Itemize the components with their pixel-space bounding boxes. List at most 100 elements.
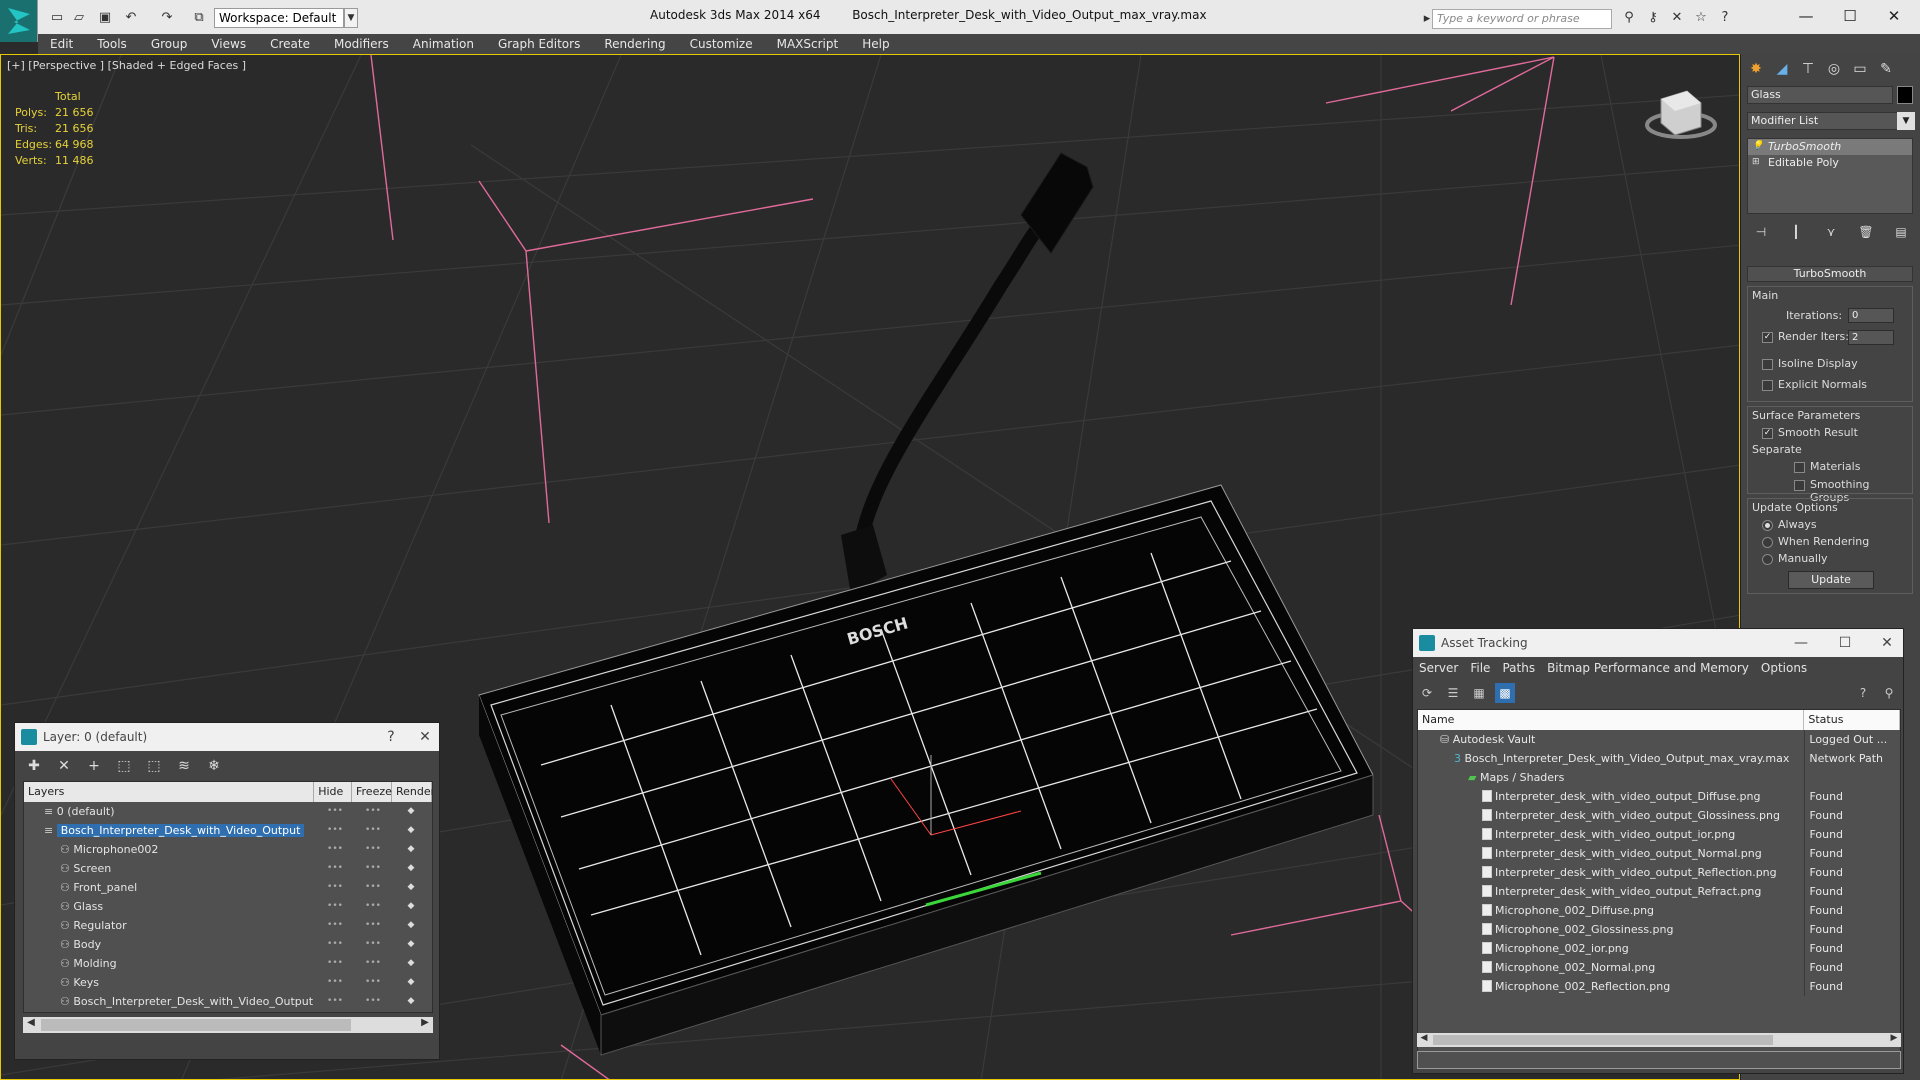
asset-name-cell[interactable]: Microphone_002_Reflection.png [1418, 977, 1804, 996]
freeze-toggle[interactable]: ••• [354, 916, 392, 935]
layer-name-cell[interactable]: ⚇ Regulator [24, 916, 316, 935]
app-logo-icon[interactable] [0, 0, 38, 42]
utilities-tab-icon[interactable]: ✎ [1875, 58, 1897, 80]
freeze-toggle[interactable]: ••• [354, 954, 392, 973]
freeze-toggle[interactable]: ••• [354, 992, 392, 1011]
hierarchy-tab-icon[interactable]: ⊤ [1797, 58, 1819, 80]
workspace-dropdown-icon[interactable]: ▼ [344, 8, 358, 28]
hide-toggle[interactable]: ••• [316, 821, 354, 840]
asset-menu-file[interactable]: File [1464, 657, 1496, 679]
scroll-left-icon[interactable]: ◀ [23, 1017, 39, 1033]
asset-row[interactable]: Interpreter_desk_with_video_output_ior.p… [1418, 825, 1900, 844]
lightbulb-icon[interactable]: 💡 [1752, 141, 1763, 152]
explicit-normals-checkbox[interactable] [1762, 380, 1773, 391]
layer-name-cell[interactable]: ⚇ Glass [24, 897, 316, 916]
configure-sets-icon[interactable]: ▤ [1891, 222, 1911, 242]
asset-name-cell[interactable]: Microphone_002_Glossiness.png [1418, 920, 1804, 939]
hide-toggle[interactable]: ••• [316, 935, 354, 954]
freeze-toggle[interactable]: ••• [354, 840, 392, 859]
stack-item-turbosmooth[interactable]: 💡 TurboSmooth [1748, 139, 1912, 155]
display-tab-icon[interactable]: ▭ [1849, 58, 1871, 80]
refresh-icon[interactable]: ⟳ [1417, 683, 1437, 703]
close-icon[interactable]: ✕ [1874, 4, 1914, 28]
render-toggle[interactable]: ◆ [392, 840, 430, 859]
layer-row[interactable]: ⚇ Molding ••• ••• ◆ [24, 954, 432, 973]
hide-toggle[interactable]: ••• [316, 916, 354, 935]
render-iters-checkbox[interactable]: ✓ [1762, 332, 1773, 343]
layer-row[interactable]: ⚇ Regulator ••• ••• ◆ [24, 916, 432, 935]
new-file-icon[interactable]: ▭ [48, 8, 66, 26]
asset-row[interactable]: ⛁ Autodesk Vault Logged Out ... [1418, 730, 1900, 749]
layer-name-cell[interactable]: ⚇ Bosch_Interpreter_Desk_with_Video_Outp… [24, 992, 316, 1011]
layer-row[interactable]: ≡ 0 (default) ••• ••• ◆ [24, 802, 432, 821]
asset-menu-paths[interactable]: Paths [1496, 657, 1541, 679]
materials-checkbox[interactable] [1794, 462, 1805, 473]
close-icon[interactable]: ✕ [411, 723, 439, 751]
asset-row[interactable]: Interpreter_desk_with_video_output_Norma… [1418, 844, 1900, 863]
column-header-hide[interactable]: Hide [314, 782, 352, 802]
column-header-status[interactable]: Status [1804, 710, 1900, 730]
layer-name-cell[interactable]: ⚇ Front_panel [24, 878, 316, 897]
object-color-swatch[interactable] [1897, 86, 1913, 104]
make-unique-icon[interactable]: ⋎ [1821, 222, 1841, 242]
maximize-icon[interactable]: ☐ [1831, 629, 1859, 657]
asset-row[interactable]: Interpreter_desk_with_video_output_Gloss… [1418, 806, 1900, 825]
menu-animation[interactable]: Animation [401, 34, 486, 54]
favorites-star-icon[interactable]: ☆ [1692, 9, 1710, 27]
render-toggle[interactable]: ◆ [392, 897, 430, 916]
help-icon[interactable]: ? [1853, 683, 1873, 703]
asset-name-cell[interactable]: 3 Bosch_Interpreter_Desk_with_Video_Outp… [1418, 749, 1804, 768]
column-header-layers[interactable]: Layers [24, 782, 315, 802]
layer-name-cell[interactable]: ⚇ Body [24, 935, 316, 954]
search-input[interactable]: Type a keyword or phrase [1432, 9, 1612, 29]
asset-row[interactable]: Microphone_002_Diffuse.png Found [1418, 901, 1900, 920]
menu-modifiers[interactable]: Modifiers [322, 34, 401, 54]
menu-graph-editors[interactable]: Graph Editors [486, 34, 592, 54]
smoothing-groups-checkbox[interactable] [1794, 480, 1805, 491]
asset-name-cell[interactable]: Interpreter_desk_with_video_output_ior.p… [1418, 825, 1804, 844]
highlight-selected-icon[interactable]: ⬚ [143, 755, 165, 777]
layer-name-cell[interactable]: ⚇ Screen [24, 859, 316, 878]
help-icon[interactable]: ? [377, 723, 405, 751]
render-toggle[interactable]: ◆ [392, 973, 430, 992]
asset-name-cell[interactable]: Interpreter_desk_with_video_output_Refle… [1418, 863, 1804, 882]
asset-row[interactable]: Microphone_002_Glossiness.png Found [1418, 920, 1900, 939]
pin-stack-icon[interactable]: ⊣ [1751, 222, 1771, 242]
table-view-icon[interactable]: ▩ [1495, 683, 1515, 703]
pin-icon[interactable]: ⚲ [1879, 683, 1899, 703]
asset-row[interactable]: Interpreter_desk_with_video_output_Diffu… [1418, 787, 1900, 806]
render-toggle[interactable]: ◆ [392, 802, 430, 821]
freeze-toggle[interactable]: ••• [354, 878, 392, 897]
workspace-select[interactable]: Workspace: Default [214, 8, 344, 28]
open-file-icon[interactable]: ▱ [70, 8, 88, 26]
freeze-toggle[interactable]: ••• [354, 802, 392, 821]
detail-view-icon[interactable]: ▦ [1469, 683, 1489, 703]
hide-toggle[interactable]: ••• [316, 992, 354, 1011]
hide-toggle[interactable]: ••• [316, 954, 354, 973]
layer-name-cell[interactable]: ≡ 0 (default) [24, 802, 316, 821]
freeze-toggle[interactable]: ••• [354, 897, 392, 916]
minimize-icon[interactable]: — [1786, 4, 1826, 28]
hide-toggle[interactable]: ••• [316, 878, 354, 897]
asset-row[interactable]: Microphone_002_ior.png Found [1418, 939, 1900, 958]
asset-name-cell[interactable]: Microphone_002_Normal.png [1418, 958, 1804, 977]
remove-modifier-icon[interactable]: 🗑 [1856, 222, 1876, 242]
scroll-thumb[interactable] [1433, 1035, 1773, 1045]
key-icon[interactable]: ⚷ [1644, 9, 1662, 27]
asset-row[interactable]: Microphone_002_Normal.png Found [1418, 958, 1900, 977]
asset-row[interactable]: Interpreter_desk_with_video_output_Refle… [1418, 863, 1900, 882]
asset-row[interactable]: 3 Bosch_Interpreter_Desk_with_Video_Outp… [1418, 749, 1900, 768]
hide-toggle[interactable]: ••• [316, 840, 354, 859]
expand-plus-icon[interactable]: ⊞ [1752, 157, 1762, 168]
asset-row[interactable]: Microphone_002_Reflection.png Found [1418, 977, 1900, 996]
column-header-freeze[interactable]: Freeze [352, 782, 392, 802]
asset-name-cell[interactable]: Interpreter_desk_with_video_output_Norma… [1418, 844, 1804, 863]
layer-horizontal-scrollbar[interactable]: ◀ ▶ [23, 1017, 433, 1033]
menu-help[interactable]: Help [850, 34, 901, 54]
layer-row[interactable]: ≡ Bosch_Interpreter_Desk_with_Video_Outp… [24, 821, 432, 840]
render-toggle[interactable]: ◆ [392, 992, 430, 1011]
modifier-list-select[interactable]: Modifier List [1747, 112, 1905, 130]
hide-all-icon[interactable]: ≋ [173, 755, 195, 777]
exchange-icon[interactable]: ✕ [1668, 9, 1686, 27]
layer-row[interactable]: ⚇ Body ••• ••• ◆ [24, 935, 432, 954]
